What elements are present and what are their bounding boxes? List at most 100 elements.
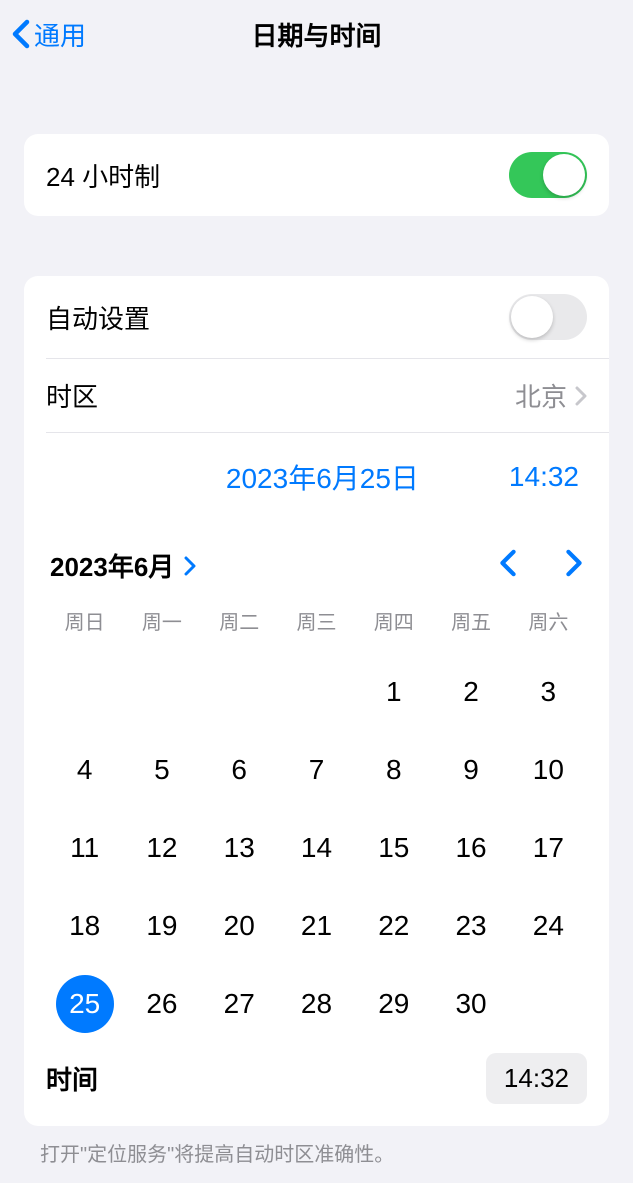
day-number: 16 [455,832,486,864]
day-number: 8 [386,754,402,786]
day-cell[interactable]: 9 [432,731,509,809]
day-cell[interactable]: 13 [201,809,278,887]
day-number: 10 [533,754,564,786]
next-month-button[interactable] [565,549,583,582]
time-button[interactable]: 14:32 [509,461,579,493]
calendar-days-grid: 1234567891011121314151617181920212223242… [46,653,587,1043]
time-label: 时间 [46,1060,98,1097]
section-24hour: 24 小时制 [24,134,609,216]
day-cell[interactable]: 28 [278,965,355,1043]
back-button[interactable]: 通用 [12,16,86,53]
calendar: 2023年6月 周日周一周二周三周四周五周六 12345678910111213… [24,521,609,1043]
day-cell[interactable]: 12 [123,809,200,887]
day-cell[interactable]: 11 [46,809,123,887]
day-number: 7 [309,754,325,786]
label-timezone: 时区 [46,377,98,414]
day-cell[interactable]: 16 [432,809,509,887]
day-cell[interactable]: 21 [278,887,355,965]
day-number: 1 [386,676,402,708]
day-number: 23 [455,910,486,942]
day-cell[interactable]: 10 [510,731,587,809]
timezone-value: 北京 [515,377,567,414]
day-number: 9 [463,754,479,786]
day-cell[interactable]: 5 [123,731,200,809]
day-number: 24 [533,910,564,942]
row-auto-set: 自动设置 [24,276,609,358]
time-row: 时间 14:32 [24,1043,609,1126]
day-cell[interactable]: 27 [201,965,278,1043]
month-label: 2023年6月 [50,547,174,584]
day-number: 3 [541,676,557,708]
day-cell[interactable]: 1 [355,653,432,731]
row-24hour: 24 小时制 [24,134,609,216]
day-number: 27 [224,988,255,1020]
chevron-right-icon [184,556,196,576]
day-cell[interactable]: 29 [355,965,432,1043]
day-number: 17 [533,832,564,864]
day-cell[interactable]: 6 [201,731,278,809]
back-label: 通用 [34,16,86,53]
chevron-right-icon [565,549,583,577]
day-cell[interactable]: 2 [432,653,509,731]
day-cell[interactable]: 15 [355,809,432,887]
day-number: 5 [154,754,170,786]
weekday-label: 周四 [355,606,432,635]
weekday-label: 周六 [510,606,587,635]
page-title: 日期与时间 [251,16,381,53]
section-datetime: 自动设置 时区 北京 2023年6月25日 14:32 2023年6月 [24,276,609,1126]
day-cell[interactable]: 30 [432,965,509,1043]
day-cell[interactable]: 25 [46,965,123,1043]
day-number: 21 [301,910,332,942]
navigation-header: 通用 日期与时间 [0,0,633,68]
day-cell[interactable]: 23 [432,887,509,965]
calendar-nav [499,549,583,582]
day-cell[interactable]: 20 [201,887,278,965]
day-cell[interactable]: 17 [510,809,587,887]
toggle-auto-set[interactable] [509,294,587,340]
label-24hour: 24 小时制 [46,157,160,194]
day-number: 11 [70,832,99,864]
day-number: 6 [231,754,247,786]
day-number: 18 [69,910,100,942]
chevron-left-icon [12,19,30,49]
row-timezone[interactable]: 时区 北京 [24,359,609,432]
day-number: 29 [378,988,409,1020]
timezone-value-group: 北京 [515,377,587,414]
day-number: 28 [301,988,332,1020]
day-number: 12 [146,832,177,864]
chevron-left-icon [499,549,517,577]
date-time-selector: 2023年6月25日 14:32 [24,433,609,521]
footer-note: 打开"定位服务"将提高自动时区准确性。 [0,1126,633,1179]
day-cell[interactable]: 19 [123,887,200,965]
day-cell[interactable]: 7 [278,731,355,809]
weekday-label: 周三 [278,606,355,635]
time-value-button[interactable]: 14:32 [486,1053,587,1104]
day-number: 4 [77,754,93,786]
day-number: 15 [378,832,409,864]
calendar-header: 2023年6月 [46,533,587,606]
day-cell[interactable]: 26 [123,965,200,1043]
day-cell[interactable]: 18 [46,887,123,965]
weekday-label: 周一 [123,606,200,635]
day-number: 2 [463,676,479,708]
day-cell[interactable]: 4 [46,731,123,809]
day-cell[interactable]: 8 [355,731,432,809]
day-cell[interactable]: 24 [510,887,587,965]
month-picker-button[interactable]: 2023年6月 [50,547,196,584]
toggle-24hour[interactable] [509,152,587,198]
day-number: 14 [301,832,332,864]
day-number: 19 [146,910,177,942]
toggle-knob [543,154,585,196]
day-cell[interactable]: 22 [355,887,432,965]
day-cell[interactable]: 14 [278,809,355,887]
day-number: 26 [146,988,177,1020]
weekday-label: 周五 [432,606,509,635]
day-number: 30 [455,988,486,1020]
weekday-header: 周日周一周二周三周四周五周六 [46,606,587,653]
day-number: 25 [69,988,100,1020]
date-button[interactable]: 2023年6月25日 [226,457,419,497]
day-number: 20 [224,910,255,942]
day-cell[interactable]: 3 [510,653,587,731]
weekday-label: 周二 [201,606,278,635]
prev-month-button[interactable] [499,549,517,582]
